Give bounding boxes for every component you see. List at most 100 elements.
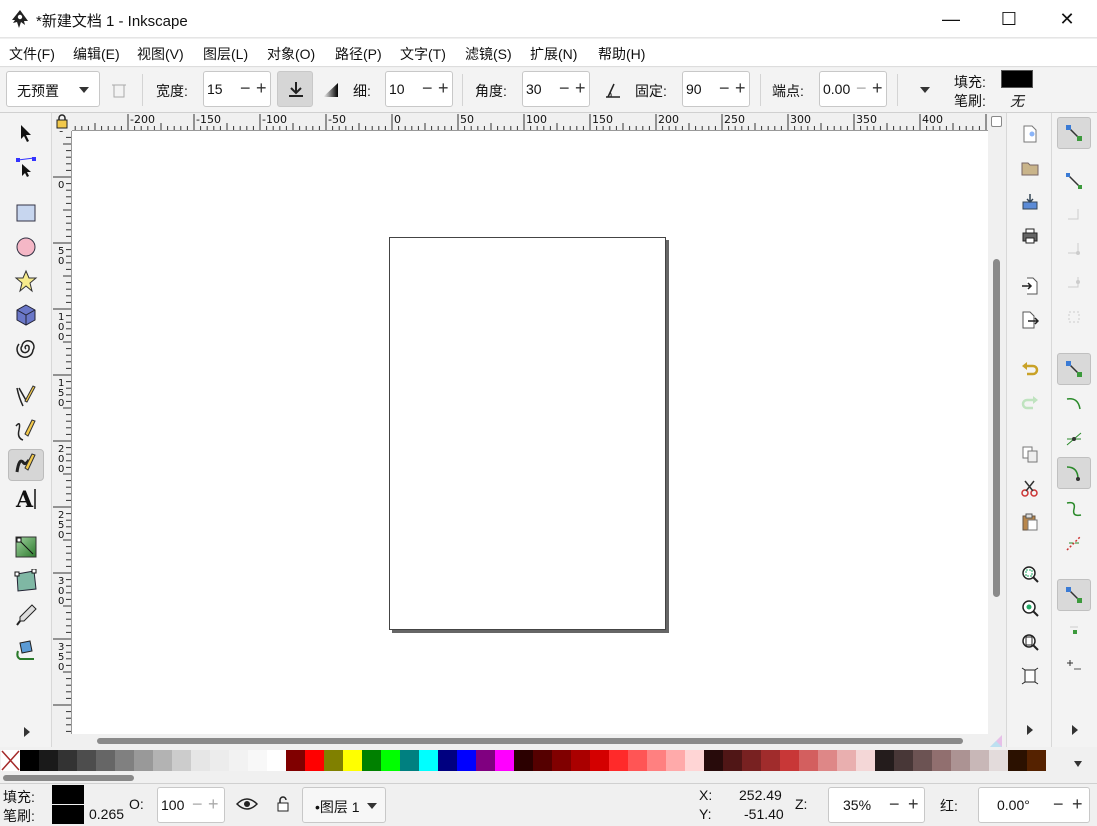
color-swatch[interactable]: [837, 750, 856, 771]
pencil-tool[interactable]: [8, 381, 44, 413]
increment-icon[interactable]: +: [438, 78, 449, 99]
snap-center-button[interactable]: [1057, 615, 1091, 647]
mesh-tool[interactable]: [8, 565, 44, 597]
color-swatch[interactable]: [856, 750, 875, 771]
color-swatch[interactable]: [590, 750, 609, 771]
color-swatch[interactable]: [571, 750, 590, 771]
ruler-corner[interactable]: [52, 113, 72, 131]
paste-button[interactable]: [1019, 511, 1041, 533]
zoom-page-width-button[interactable]: [1019, 665, 1041, 687]
cut-button[interactable]: [1019, 477, 1041, 499]
menu-text[interactable]: 文字(T): [400, 44, 446, 64]
snap-midpoint-button[interactable]: [1057, 527, 1091, 559]
decrement-icon[interactable]: −: [192, 794, 203, 815]
color-swatch[interactable]: [1027, 750, 1046, 771]
rotate-ccw-icon[interactable]: −: [1053, 794, 1064, 815]
snap-cusp-button[interactable]: [1057, 457, 1091, 489]
redo-button[interactable]: [1019, 393, 1041, 415]
snap-bbox-button[interactable]: [1057, 165, 1091, 197]
more-commands-chevron-icon[interactable]: [1027, 725, 1035, 735]
snap-rotation-center-button[interactable]: [1057, 649, 1091, 681]
color-swatch[interactable]: [324, 750, 343, 771]
open-button[interactable]: [1019, 157, 1041, 179]
caps-spinbox[interactable]: 0.00 − +: [819, 71, 887, 107]
color-swatch[interactable]: [58, 750, 77, 771]
stroke-width-value[interactable]: 0.265: [89, 806, 124, 822]
increment-icon[interactable]: +: [208, 794, 219, 815]
more-tools-chevron-icon[interactable]: [24, 727, 32, 737]
canvas[interactable]: [72, 131, 988, 734]
decrement-icon[interactable]: −: [559, 78, 570, 99]
undo-button[interactable]: [1019, 359, 1041, 381]
menu-layer[interactable]: 图层(L): [203, 44, 248, 64]
vertical-ruler[interactable]: 5 0 0 5 0 1 0 0 1 5 0 2 0 0 2 5 0 3 0 0 3 5 0: [52, 131, 72, 734]
increment-icon[interactable]: +: [575, 78, 586, 99]
color-swatch[interactable]: [1008, 750, 1027, 771]
pen-tool[interactable]: [8, 415, 44, 447]
menu-extensions[interactable]: 扩展(N): [530, 44, 577, 64]
color-swatch[interactable]: [39, 750, 58, 771]
no-paint-swatch-icon[interactable]: [1, 750, 20, 771]
color-swatch[interactable]: [457, 750, 476, 771]
color-swatch[interactable]: [476, 750, 495, 771]
trash-preset-icon[interactable]: [112, 82, 126, 98]
dropper-tool[interactable]: [8, 599, 44, 631]
color-swatch[interactable]: [799, 750, 818, 771]
color-swatch[interactable]: [514, 750, 533, 771]
preset-dropdown[interactable]: 无预置: [6, 71, 100, 107]
color-swatch[interactable]: [381, 750, 400, 771]
spiral-tool[interactable]: [8, 333, 44, 365]
export-button[interactable]: [1019, 309, 1041, 331]
color-swatch[interactable]: [229, 750, 248, 771]
increment-icon[interactable]: +: [256, 78, 267, 99]
stroke-value[interactable]: 无: [1010, 91, 1024, 111]
print-button[interactable]: [1019, 225, 1041, 247]
new-document-button[interactable]: [1019, 123, 1041, 145]
color-swatch[interactable]: [495, 750, 514, 771]
color-swatch[interactable]: [400, 750, 419, 771]
import-button[interactable]: [1019, 275, 1041, 297]
menu-object[interactable]: 对象(O): [267, 44, 315, 64]
thinning-spinbox[interactable]: 10 − +: [385, 71, 453, 107]
color-swatch[interactable]: [647, 750, 666, 771]
horizontal-scroll-thumb[interactable]: [97, 738, 963, 744]
decrement-icon[interactable]: −: [719, 78, 730, 99]
color-swatch[interactable]: [913, 750, 932, 771]
status-fill-swatch[interactable]: [52, 785, 84, 804]
opacity-spinbox[interactable]: 100 − +: [157, 787, 225, 823]
save-button[interactable]: [1019, 191, 1041, 213]
color-swatch[interactable]: [248, 750, 267, 771]
color-swatch[interactable]: [685, 750, 704, 771]
fill-swatch[interactable]: [1001, 70, 1033, 88]
eye-icon[interactable]: [236, 796, 258, 812]
zoom-corner-icon[interactable]: [991, 116, 1002, 127]
color-swatch[interactable]: [989, 750, 1008, 771]
tracing-icon[interactable]: [322, 81, 340, 99]
color-swatch[interactable]: [818, 750, 837, 771]
color-swatch[interactable]: [628, 750, 647, 771]
menu-file[interactable]: 文件(F): [9, 44, 55, 64]
color-swatch[interactable]: [210, 750, 229, 771]
palette-scroll-thumb[interactable]: [3, 775, 134, 781]
close-button[interactable]: ✕: [1038, 0, 1096, 38]
color-swatch[interactable]: [875, 750, 894, 771]
snap-toggle-button[interactable]: [1057, 117, 1091, 149]
decrement-icon[interactable]: −: [422, 78, 433, 99]
color-swatch[interactable]: [153, 750, 172, 771]
palette-menu-chevron-icon[interactable]: [1074, 761, 1082, 771]
color-swatch[interactable]: [115, 750, 134, 771]
vertical-scroll-thumb[interactable]: [993, 259, 1000, 597]
rotate-cw-icon[interactable]: +: [1072, 794, 1083, 815]
snap-bbox-midpoint-button[interactable]: [1057, 267, 1091, 299]
color-swatch[interactable]: [362, 750, 381, 771]
copy-button[interactable]: [1019, 443, 1041, 465]
zoom-spinbox[interactable]: 35% − +: [828, 787, 925, 823]
color-swatch[interactable]: [134, 750, 153, 771]
text-tool[interactable]: A: [8, 483, 44, 515]
layer-dropdown[interactable]: •图层 1: [302, 787, 386, 823]
color-swatch[interactable]: [970, 750, 989, 771]
paint-bucket-tool[interactable]: [8, 633, 44, 665]
pressure-toggle[interactable]: [277, 71, 313, 107]
node-tool[interactable]: [8, 151, 44, 183]
overflow-chevron-icon[interactable]: [920, 87, 930, 93]
